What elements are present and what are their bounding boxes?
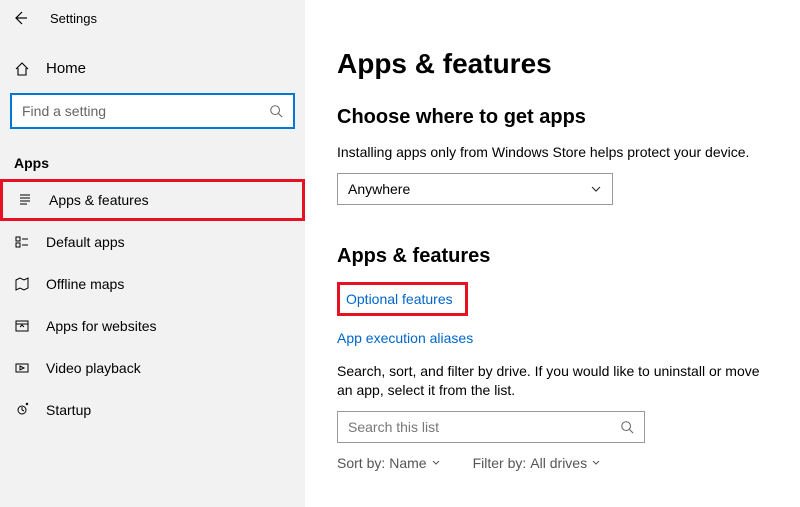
choose-hint: Installing apps only from Windows Store … [337,143,770,163]
filter-placeholder: Search this list [348,419,439,435]
home-label: Home [46,60,86,77]
nav-label: Startup [46,402,91,418]
app-execution-aliases-link[interactable]: App execution aliases [337,330,473,346]
offline-maps-icon [14,276,30,292]
apps-features-icon [17,192,33,208]
chevron-down-icon [591,458,601,468]
app-source-dropdown[interactable]: Anywhere [337,173,613,205]
apps-features-sub-heading: Apps & features [337,245,770,268]
page-heading: Apps & features [337,48,770,80]
startup-icon [14,402,30,418]
sort-by-control[interactable]: Sort by: Name [337,455,441,471]
search-icon [269,104,283,118]
video-playback-icon [14,360,30,376]
optional-features-link[interactable]: Optional features [346,291,453,307]
apps-websites-icon [14,318,30,334]
sidebar-item-default-apps[interactable]: Default apps [0,221,305,263]
sidebar-item-startup[interactable]: Startup [0,389,305,431]
nav-label: Default apps [46,234,125,250]
app-search-input[interactable]: Search this list [337,411,645,443]
window-title: Settings [50,11,97,26]
search-input[interactable] [22,103,269,119]
sidebar-item-apps-websites[interactable]: Apps for websites [0,305,305,347]
home-button[interactable]: Home [0,50,305,87]
default-apps-icon [14,234,30,250]
nav-label: Video playback [46,360,141,376]
choose-heading: Choose where to get apps [337,106,770,129]
chevron-down-icon [590,183,602,195]
list-instruction: Search, sort, and filter by drive. If yo… [337,362,770,401]
chevron-down-icon [431,458,441,468]
filter-value: All drives [530,455,587,471]
nav-label: Apps & features [49,192,149,208]
nav-label: Offline maps [46,276,124,292]
optional-features-highlight: Optional features [337,282,468,316]
sidebar-item-apps-features[interactable]: Apps & features [0,179,305,221]
dropdown-value: Anywhere [348,181,410,197]
search-input-wrap[interactable] [10,93,295,129]
sort-label: Sort by: [337,455,385,471]
search-icon [620,420,634,434]
filter-by-control[interactable]: Filter by: All drives [473,455,601,471]
nav-label: Apps for websites [46,318,157,334]
sidebar-item-offline-maps[interactable]: Offline maps [0,263,305,305]
home-icon [14,61,30,77]
filter-label: Filter by: [473,455,527,471]
sort-value: Name [389,455,426,471]
sidebar-section-header: Apps [0,147,305,179]
back-arrow-icon[interactable] [12,10,28,26]
sidebar-item-video-playback[interactable]: Video playback [0,347,305,389]
